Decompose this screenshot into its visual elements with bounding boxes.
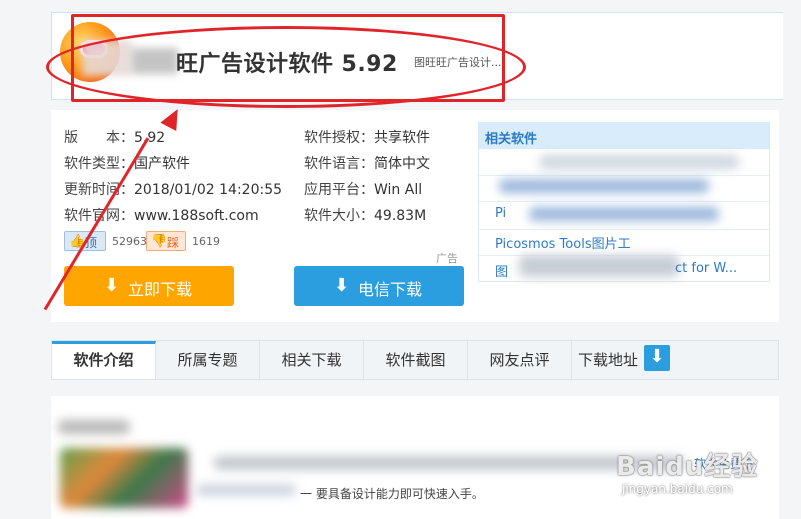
info-platform-label: 应用平台： (304, 182, 374, 198)
related-divider (479, 175, 769, 176)
telecom-download-label: 电信下载 (358, 280, 423, 299)
ad-label: 广告 (436, 252, 458, 265)
download-now-label: 立即下载 (128, 280, 193, 299)
page-right-edge (783, 0, 801, 519)
dislike-label: 踩 (167, 236, 180, 250)
info-version-value: 5.92 (134, 130, 166, 146)
related-divider (479, 229, 769, 230)
info-platform: 应用平台：Win All (304, 179, 422, 199)
info-site: 软件官网：www.188soft.com (64, 205, 259, 225)
tab-reviews[interactable]: 网友点评 (468, 341, 572, 379)
blurred-thumbnail (60, 448, 188, 508)
blurred-related-item (539, 155, 739, 169)
info-version: 版 本：5.92 (64, 127, 165, 147)
tab-topics[interactable]: 所属专题 (156, 341, 260, 379)
info-language: 软件语言：简体中文 (304, 153, 430, 173)
annotation-ellipse (46, 26, 526, 108)
info-license: 软件授权：共享软件 (304, 127, 430, 147)
info-license-value: 共享软件 (374, 130, 430, 146)
download-icon[interactable]: ⬇ (644, 345, 670, 371)
blurred-related-item (529, 207, 719, 221)
tab-screenshots[interactable]: 软件截图 (364, 341, 468, 379)
blurred-related-item (519, 255, 679, 277)
info-size-value: 49.83M (374, 208, 427, 224)
info-language-value: 简体中文 (374, 156, 430, 172)
blurred-text-line (214, 456, 684, 470)
related-divider (479, 201, 769, 202)
info-size-label: 软件大小： (304, 208, 374, 224)
info-version-label: 版 本： (64, 130, 134, 146)
related-software-panel: 相关软件 Pi Picosmos Tools图片工 图 ct for W... (478, 122, 770, 282)
info-updated-label: 更新时间： (64, 182, 134, 198)
dislike-button[interactable]: 👎 踩 (146, 231, 186, 251)
blurred-text-line (196, 484, 296, 496)
tab-related-downloads[interactable]: 相关下载 (260, 341, 364, 379)
baidu-watermark-url: jingyan.baidu.com (622, 482, 733, 496)
related-software-heading: 相关软件 (479, 123, 769, 149)
info-type-value: 国产软件 (134, 156, 190, 172)
info-site-link[interactable]: www.188soft.com (134, 208, 259, 224)
info-updated: 更新时间：2018/01/02 14:20:55 (64, 179, 282, 199)
info-type-label: 软件类型： (64, 156, 134, 172)
related-item[interactable]: 图 (495, 261, 508, 280)
blurred-related-item (499, 179, 709, 193)
tab-intro[interactable]: 软件介绍 (52, 341, 156, 379)
telecom-download-button[interactable]: ⬇ 电信下载 (294, 266, 464, 306)
info-language-label: 软件语言： (304, 156, 374, 172)
info-license-label: 软件授权： (304, 130, 374, 146)
related-software-heading-text: 相关软件 (485, 132, 538, 147)
related-item[interactable]: Picosmos Tools图片工 (495, 233, 631, 252)
like-count: 52963 (112, 235, 147, 248)
info-platform-value: Win All (374, 182, 423, 198)
blurred-heading (58, 420, 130, 434)
download-arrow-icon: ⬇ (104, 275, 120, 296)
info-updated-value: 2018/01/02 14:20:55 (134, 182, 283, 198)
tab-download-address[interactable]: 下载地址 (572, 341, 642, 379)
download-now-button[interactable]: ⬇ 立即下载 (64, 266, 234, 306)
thumbs-down-icon: 👎 (151, 234, 168, 249)
info-size: 软件大小：49.83M (304, 205, 426, 225)
intro-text: 一 要具备设计能力即可快速入手。 (300, 487, 484, 501)
dislike-count: 1619 (192, 235, 220, 248)
download-arrow-icon: ⬇ (334, 275, 350, 296)
baidu-watermark-logo: Baidu经验 (616, 452, 759, 482)
related-item[interactable]: Pi (495, 206, 506, 221)
related-item[interactable]: ct for W... (675, 261, 737, 276)
